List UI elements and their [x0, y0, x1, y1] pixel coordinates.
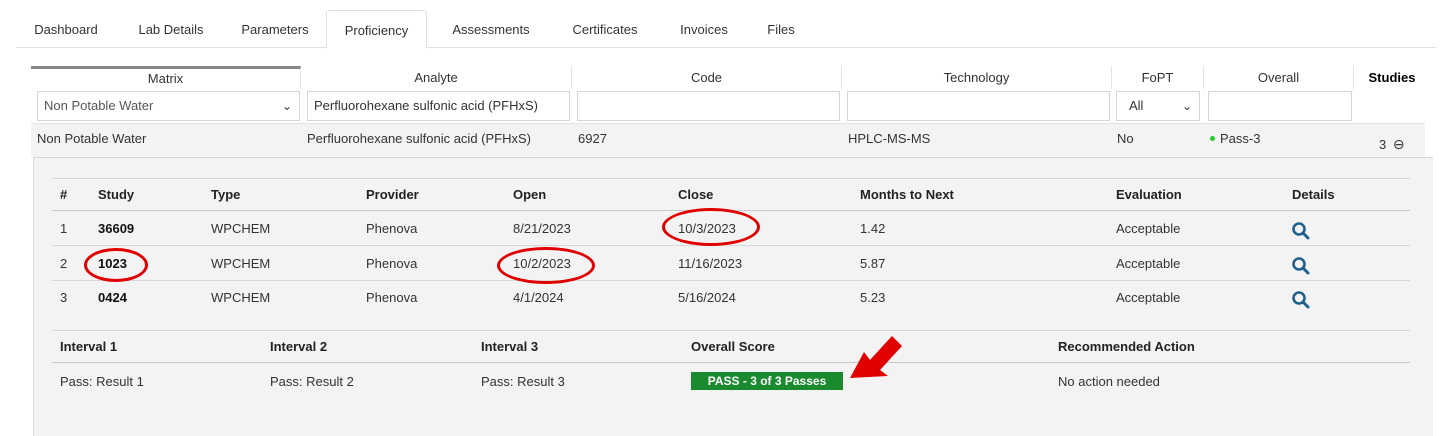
- summary-header-overall-score: Overall Score: [691, 339, 775, 354]
- tab-assessments[interactable]: Assessments: [432, 10, 550, 48]
- column-header-technology[interactable]: Technology: [842, 66, 1112, 89]
- tab-proficiency[interactable]: Proficiency: [326, 10, 427, 49]
- detail-row-study: 0424: [98, 290, 127, 305]
- matrix-filter-select[interactable]: Non Potable Water ⌄: [37, 91, 300, 121]
- chevron-down-icon: ⌄: [281, 99, 292, 113]
- detail-row-num: 1: [60, 221, 68, 236]
- magnifier-icon[interactable]: [1291, 221, 1311, 241]
- tab-dashboard[interactable]: Dashboard: [16, 10, 116, 48]
- detail-row-close: 5/16/2024: [678, 290, 736, 305]
- chevron-down-icon: ⌄: [1181, 99, 1192, 113]
- detail-row-evaluation: Acceptable: [1116, 290, 1181, 305]
- column-header-analyte[interactable]: Analyte: [301, 66, 572, 89]
- detail-row-months: 5.87: [860, 256, 886, 271]
- overall-filter-input[interactable]: [1208, 91, 1352, 121]
- detail-header-close: Close: [678, 187, 714, 202]
- detail-row-type: WPCHEM: [211, 221, 271, 236]
- column-header-fopt[interactable]: FoPT: [1112, 66, 1204, 89]
- divider: [52, 178, 1410, 179]
- detail-row-months: 1.42: [860, 221, 886, 236]
- detail-row-provider: Phenova: [366, 221, 418, 236]
- tab-bar: Dashboard Lab Details Parameters Profici…: [16, 10, 1436, 49]
- row-analyte: Perfluorohexane sulfonic acid (PFHxS): [307, 131, 531, 146]
- divider: [52, 362, 1410, 363]
- summary-header-interval-2: Interval 2: [270, 339, 328, 354]
- divider: [52, 330, 1410, 331]
- annotation-ellipse: [662, 208, 760, 246]
- detail-header-months: Months to Next: [860, 187, 954, 202]
- detail-header-provider: Provider: [366, 187, 419, 202]
- detail-header-open: Open: [513, 187, 547, 202]
- row-overall: Pass-3: [1210, 131, 1260, 146]
- magnifier-icon[interactable]: [1291, 256, 1311, 276]
- magnifier-icon[interactable]: [1291, 290, 1311, 310]
- tab-lab-details[interactable]: Lab Details: [120, 10, 222, 48]
- row-code: 6927: [578, 131, 607, 146]
- detail-header-details: Details: [1292, 187, 1335, 202]
- summary-interval-3: Pass: Result 3: [481, 374, 565, 389]
- technology-filter-input[interactable]: [847, 91, 1110, 121]
- detail-row-provider: Phenova: [366, 290, 418, 305]
- detail-header-type: Type: [211, 187, 241, 202]
- tab-parameters[interactable]: Parameters: [226, 10, 324, 48]
- fopt-filter-select[interactable]: All ⌄: [1116, 91, 1200, 121]
- overall-score-badge: PASS - 3 of 3 Passes: [691, 372, 843, 390]
- column-header-studies: Studies: [1368, 70, 1416, 85]
- summary-recommended-action: No action needed: [1058, 374, 1160, 389]
- collapse-icon[interactable]: ⊖: [1393, 136, 1405, 152]
- row-overall-value: Pass-3: [1220, 131, 1261, 146]
- analyte-filter-value: Perfluorohexane sulfonic acid (PFHxS): [314, 98, 538, 113]
- detail-row-open: 8/21/2023: [513, 221, 571, 236]
- analyte-filter-input[interactable]: Perfluorohexane sulfonic acid (PFHxS): [307, 91, 570, 121]
- summary-interval-1: Pass: Result 1: [60, 374, 144, 389]
- detail-header-num: #: [60, 187, 68, 202]
- summary-header-interval-3: Interval 3: [481, 339, 539, 354]
- detail-row-num: 2: [60, 256, 68, 271]
- column-header-matrix[interactable]: Matrix: [31, 66, 301, 89]
- fopt-filter-value: All: [1129, 98, 1144, 113]
- detail-row-provider: Phenova: [366, 256, 418, 271]
- detail-header-evaluation: Evaluation: [1116, 187, 1182, 202]
- detail-row-evaluation: Acceptable: [1116, 256, 1181, 271]
- annotation-arrow-icon: [850, 336, 902, 378]
- summary-header-recommended-action: Recommended Action: [1058, 339, 1195, 354]
- detail-row-num: 3: [60, 290, 68, 305]
- summary-interval-2: Pass: Result 2: [270, 374, 354, 389]
- detail-row-type: WPCHEM: [211, 256, 271, 271]
- status-dot-icon: [1210, 136, 1215, 142]
- divider: [52, 245, 1410, 246]
- divider: [52, 280, 1410, 281]
- annotation-ellipse: [497, 247, 595, 284]
- detail-row-open: 4/1/2024: [513, 290, 564, 305]
- column-header-code[interactable]: Code: [572, 66, 842, 89]
- row-studies-count: 3: [1379, 137, 1387, 152]
- summary-header-interval-1: Interval 1: [60, 339, 118, 354]
- matrix-filter-value: Non Potable Water: [44, 98, 154, 113]
- detail-header-study: Study: [98, 187, 135, 202]
- tab-files[interactable]: Files: [738, 10, 824, 48]
- tab-certificates[interactable]: Certificates: [550, 10, 660, 48]
- row-fopt: No: [1117, 131, 1134, 146]
- annotation-ellipse: [84, 248, 148, 282]
- code-filter-input[interactable]: [577, 91, 840, 121]
- row-technology: HPLC-MS-MS: [848, 131, 931, 146]
- detail-row-close: 11/16/2023: [678, 256, 743, 271]
- detail-row-months: 5.23: [860, 290, 886, 305]
- detail-row-type: WPCHEM: [211, 290, 271, 305]
- detail-row-evaluation: Acceptable: [1116, 221, 1181, 236]
- row-matrix: Non Potable Water: [37, 131, 147, 146]
- column-header-overall[interactable]: Overall: [1204, 66, 1354, 89]
- row-studies: 3 ⊖: [1379, 136, 1405, 153]
- detail-row-study: 36609: [98, 221, 135, 236]
